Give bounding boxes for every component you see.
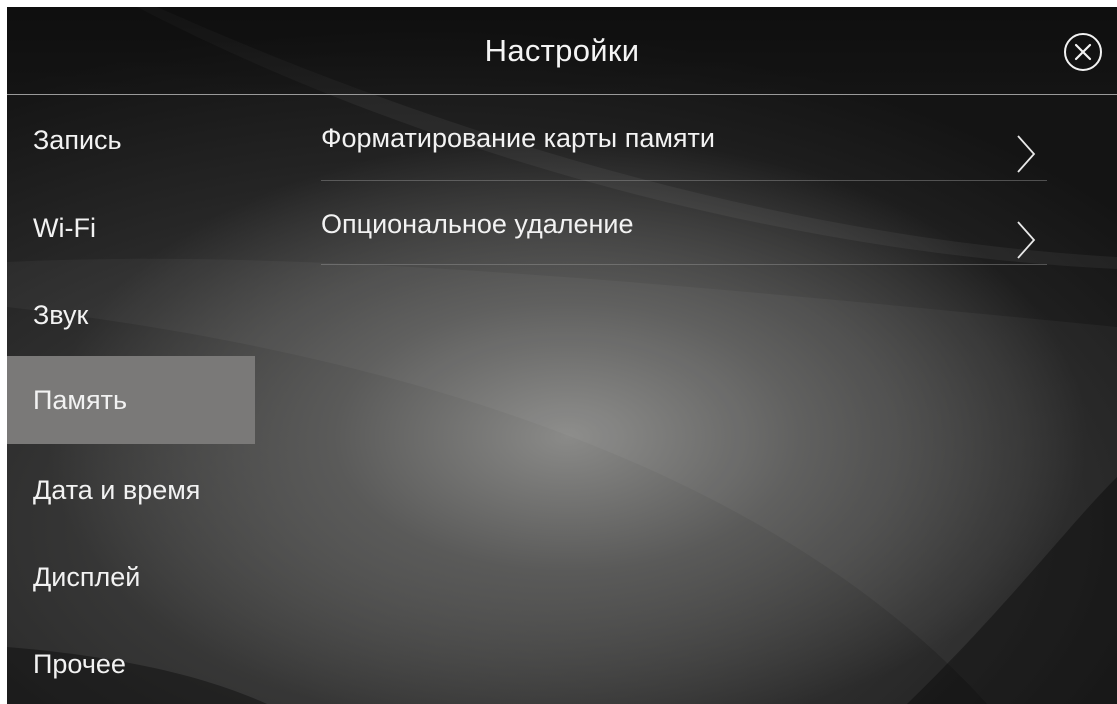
header-bar: Настройки [7, 7, 1117, 95]
page-title: Настройки [484, 33, 640, 68]
sidebar-item-other[interactable]: Прочее [7, 634, 255, 694]
row-label: Форматирование карты памяти [321, 123, 715, 153]
optional-delete-row[interactable]: Опциональное удаление [321, 181, 1047, 265]
sidebar-item-sound[interactable]: Звук [7, 285, 255, 345]
sidebar-item-wifi[interactable]: Wi-Fi [7, 198, 255, 258]
format-card-row[interactable]: Форматирование карты памяти [321, 95, 1047, 181]
sidebar-item-display[interactable]: Дисплей [7, 547, 255, 607]
close-circle-icon [1064, 33, 1102, 71]
sidebar-item-memory[interactable]: Память [7, 356, 255, 444]
sidebar-item-recording[interactable]: Запись [7, 110, 255, 170]
chevron-right-icon [1017, 135, 1036, 173]
close-button[interactable] [1063, 32, 1103, 72]
sidebar-item-date-time[interactable]: Дата и время [7, 460, 255, 520]
chevron-right-icon [1017, 221, 1036, 259]
settings-screen: Настройки Запись Wi-Fi Звук Память Дата … [7, 7, 1117, 704]
row-label: Опциональное удаление [321, 209, 634, 239]
